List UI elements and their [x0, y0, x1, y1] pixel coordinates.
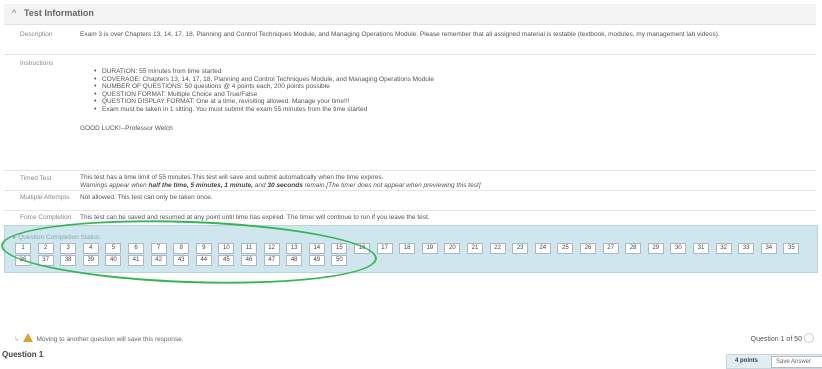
- instructions-content: DURATION: 55 minutes from time started C…: [80, 68, 810, 133]
- warnings-seconds: 30 seconds: [267, 182, 303, 189]
- question-button[interactable]: 14: [308, 243, 325, 254]
- completion-status-label: Question Completion Status:: [18, 234, 101, 241]
- force-completion-label: Force Completion: [20, 214, 72, 221]
- timed-test-row: Timed Test This test has a time limit of…: [4, 170, 816, 191]
- return-arrow-icon: ↳: [14, 336, 20, 343]
- question-button[interactable]: 6: [128, 243, 144, 254]
- question-button[interactable]: 27: [602, 243, 619, 254]
- question-button[interactable]: 36: [15, 255, 31, 266]
- question-button[interactable]: 10: [218, 243, 235, 254]
- question-button[interactable]: 46: [241, 255, 257, 266]
- question-button[interactable]: 4: [82, 243, 99, 254]
- question-heading: Question 1: [2, 350, 44, 359]
- question-counter: Question 1 of 50: [751, 333, 814, 343]
- collapse-caret-icon[interactable]: ^: [12, 8, 16, 18]
- question-button[interactable]: 44: [195, 255, 212, 266]
- force-completion-text: This test can be saved and resumed at an…: [80, 214, 430, 221]
- warnings-and: and: [252, 182, 268, 189]
- question-button[interactable]: 41: [128, 255, 144, 266]
- save-answer-button[interactable]: Save Answer: [771, 356, 822, 368]
- question-button[interactable]: 24: [534, 243, 551, 254]
- question-button[interactable]: 38: [60, 255, 77, 266]
- question-button[interactable]: 15: [331, 243, 348, 254]
- question-button[interactable]: 7: [150, 243, 167, 254]
- warnings-suffix: remain.[The timer does not appear when p…: [302, 182, 481, 189]
- test-information-header[interactable]: ^ Test Information: [4, 4, 816, 25]
- instructions-label: Instructions: [20, 60, 54, 67]
- question-button[interactable]: 29: [647, 243, 664, 254]
- question-button[interactable]: 21: [467, 243, 483, 254]
- question-button[interactable]: 31: [693, 243, 709, 254]
- signoff-text: GOOD LUCK!--Professor Welch: [80, 125, 173, 132]
- question-button[interactable]: 43: [173, 255, 190, 266]
- timed-test-line1: This test has a time limit of 55 minutes…: [80, 174, 384, 181]
- question-button[interactable]: 34: [760, 243, 777, 254]
- question-button[interactable]: 12: [263, 243, 280, 254]
- multiple-attempts-row: Multiple Attempts Not allowed. This test…: [4, 190, 816, 211]
- move-warning: ↳ Moving to another question will save th…: [14, 333, 184, 343]
- question-button[interactable]: 19: [421, 243, 438, 254]
- instruction-item: QUESTION DISPLAY FORMAT: One at a time, …: [94, 98, 810, 106]
- question-button[interactable]: 22: [489, 243, 506, 254]
- multiple-attempts-text: Not allowed. This test can only be taken…: [80, 194, 213, 201]
- description-label: Description: [20, 31, 53, 38]
- warnings-prefix: Warnings appear when: [80, 182, 149, 189]
- question-counter-text: Question 1 of 50: [750, 336, 802, 343]
- instruction-item: COVERAGE: Chapters 13, 14, 17, 18, Plann…: [94, 76, 810, 84]
- warning-icon: [23, 333, 34, 342]
- question-button[interactable]: 5: [105, 243, 122, 254]
- instruction-item: QUESTION FORMAT: Multiple Choice and Tru…: [94, 91, 810, 99]
- move-warning-text: Moving to another question will save thi…: [36, 336, 184, 343]
- question-button[interactable]: 25: [557, 243, 574, 254]
- question-button[interactable]: 45: [218, 255, 235, 266]
- question-button[interactable]: 49: [308, 255, 325, 266]
- question-button[interactable]: 20: [444, 243, 461, 254]
- question-button[interactable]: 39: [82, 255, 99, 266]
- question-button[interactable]: 42: [150, 255, 167, 266]
- question-button[interactable]: 37: [37, 255, 54, 266]
- question-button[interactable]: 26: [580, 243, 596, 254]
- instructions-row: Instructions DURATION: 55 minutes from t…: [4, 54, 816, 171]
- instruction-item: DURATION: 55 minutes from time started: [94, 68, 810, 76]
- question-button[interactable]: 18: [399, 243, 416, 254]
- multiple-attempts-label: Multiple Attempts: [20, 194, 70, 201]
- description-text: Exam 3 is over Chapters 13, 14, 17, 18, …: [80, 31, 720, 38]
- question-button[interactable]: 40: [105, 255, 122, 266]
- completion-status-title[interactable]: ▸ Question Completion Status:: [13, 233, 101, 241]
- question-button[interactable]: 47: [263, 255, 280, 266]
- next-question-icon[interactable]: [804, 333, 814, 343]
- question-button[interactable]: 33: [738, 243, 755, 254]
- question-button[interactable]: 35: [783, 243, 800, 254]
- question-button[interactable]: 13: [286, 243, 303, 254]
- question-button[interactable]: 50: [331, 255, 348, 266]
- question-button[interactable]: 23: [512, 243, 529, 254]
- timed-test-label: Timed Test: [20, 175, 52, 182]
- question-button[interactable]: 28: [625, 243, 642, 254]
- question-button[interactable]: 2: [37, 243, 54, 254]
- points-label: 4 points: [735, 358, 759, 364]
- question-button[interactable]: 48: [286, 255, 303, 266]
- question-button[interactable]: 1: [15, 243, 31, 254]
- question-button[interactable]: 11: [241, 243, 257, 254]
- question-completion-status-panel: ▸ Question Completion Status: 1234567891…: [4, 225, 818, 273]
- instruction-item: NUMBER OF QUESTIONS: 50 questions @ 4 po…: [94, 83, 810, 91]
- section-title: Test Information: [24, 8, 94, 18]
- question-button[interactable]: 32: [715, 243, 732, 254]
- instruction-item: Exam must be taken in 1 sitting. You mus…: [94, 106, 810, 114]
- warnings-times: half the time, 5 minutes, 1 minute,: [148, 182, 253, 189]
- question-button[interactable]: 8: [173, 243, 190, 254]
- description-row: Description Exam 3 is over Chapters 13, …: [4, 26, 816, 55]
- instructions-list: DURATION: 55 minutes from time started C…: [80, 68, 810, 113]
- question-button[interactable]: 9: [195, 243, 212, 254]
- timed-test-text: This test has a time limit of 55 minutes…: [80, 174, 810, 190]
- question-button[interactable]: 17: [376, 243, 393, 254]
- question-button[interactable]: 3: [60, 243, 77, 254]
- timed-test-warnings: Warnings appear when half the time, 5 mi…: [80, 182, 810, 190]
- question-button[interactable]: 30: [670, 243, 687, 254]
- question-button[interactable]: 16: [354, 243, 370, 254]
